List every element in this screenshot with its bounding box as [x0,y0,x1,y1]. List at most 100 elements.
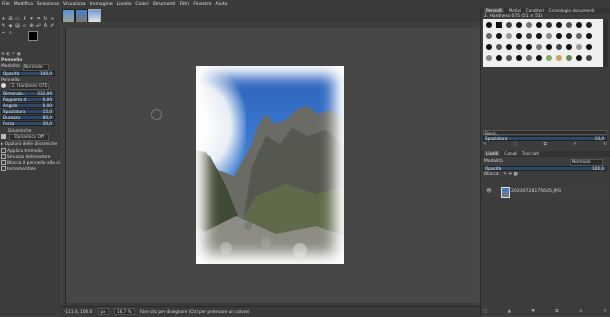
menu-aiuto[interactable]: Aiuto [215,2,227,7]
lock-pixels-icon[interactable]: ✎ [503,172,507,177]
brush-item[interactable] [526,22,532,28]
raise-layer-icon[interactable]: ▲ [508,309,511,314]
dynamics-field[interactable]: Dynamics Off [9,134,49,141]
brush-item[interactable] [516,55,522,61]
paths-tool-icon[interactable]: ⌁ [1,31,6,36]
brushes-grid[interactable] [483,19,603,67]
layer-visibility-eye-icon[interactable]: 👁 [486,186,492,197]
layer-opacity-slider[interactable]: Opacità 100,0 [483,166,607,171]
layer-row[interactable]: 👁 20230728175645.JPG [483,186,607,198]
move-tool-icon[interactable]: ✛ [1,17,6,22]
brush-item[interactable] [486,33,492,39]
smudge-tool-icon[interactable]: ☍ [36,24,41,29]
tab-pennelli[interactable]: Pennelli [484,8,505,13]
brush-item[interactable] [496,55,502,61]
lasso-tool-icon[interactable]: ℓ [22,17,27,22]
mode-select[interactable]: Normale [23,64,49,71]
brush-item[interactable] [516,44,522,50]
brush-item[interactable] [496,22,502,28]
menu-seleziona[interactable]: Seleziona [37,2,59,7]
brush-item[interactable] [576,44,582,50]
brush-item[interactable] [526,33,532,39]
dynamics-options-expander[interactable]: ▸ Opzioni delle dinamiche [1,142,57,147]
incremental-checkbox[interactable]: Incrementale [1,166,36,172]
layer-name[interactable]: 20230728175645.JPG [511,186,561,197]
dynamics-row[interactable]: Dynamics Off [1,134,49,141]
brush-item[interactable] [556,55,562,61]
rotate-tool-icon[interactable]: ↻ [43,17,48,22]
angle-slider[interactable]: Angolo 0,00 [1,103,55,108]
brush-item[interactable] [566,22,572,28]
brush-item[interactable] [576,22,582,28]
brush-name-field[interactable]: 2. Hardness 075 [9,83,50,90]
brush-item[interactable] [566,44,572,50]
anchor-layer-icon[interactable]: ⚓ [579,309,583,314]
brush-item[interactable] [506,22,512,28]
layer-mode-select[interactable]: Normale [570,159,603,166]
lock-position-icon[interactable]: ✛ [508,172,512,177]
brush-item[interactable] [536,33,542,39]
zoom-select[interactable]: 16,7 % [113,308,135,315]
warp-tool-icon[interactable]: ≈ [50,17,55,22]
delete-layer-icon[interactable]: ✕ [603,309,607,314]
brush-item[interactable] [506,44,512,50]
text-tool-icon[interactable]: A [43,24,48,29]
duplicate-layer-icon[interactable]: ⧉ [555,309,558,314]
duplicate-brush-icon[interactable]: ⧉ [544,142,547,147]
brush-spacing-slider[interactable]: Spaziatura 10,0 [483,136,607,141]
tab-tracciati[interactable]: Tracciati [522,151,539,156]
brush-item[interactable] [586,22,592,28]
menu-modifica[interactable]: Modifica [14,2,33,7]
brush-item[interactable] [576,33,582,39]
apply-jitter-checkbox[interactable]: Applica tremolio [1,148,43,154]
brush-item[interactable] [496,44,502,50]
brush-item[interactable] [566,55,572,61]
brush-preview-icon[interactable] [1,83,6,88]
brush-item[interactable] [526,44,532,50]
brush-item[interactable] [536,44,542,50]
ratio-slider[interactable]: Rapporto d... 0,00 [1,97,55,102]
size-slider[interactable]: Dimensio... 232,00 [1,91,55,96]
image-tab-1[interactable] [62,9,75,23]
refresh-brushes-icon[interactable]: ↻ [603,142,607,147]
brush-item[interactable] [516,33,522,39]
brush-item[interactable] [576,55,582,61]
menu-finestre[interactable]: Finestre [193,2,211,7]
brush-item[interactable] [526,55,532,61]
brush-item[interactable] [546,22,552,28]
menu-visualizza[interactable]: Visualizza [63,2,86,7]
brush-item[interactable] [536,22,542,28]
brush-item[interactable] [586,44,592,50]
align-tool-icon[interactable]: ⊞ [8,17,13,22]
lower-layer-icon[interactable]: ▼ [531,309,534,314]
brush-item[interactable] [546,44,552,50]
brush-item[interactable] [556,44,562,50]
brush-item[interactable] [546,33,552,39]
force-slider[interactable]: Forza 50,0 [1,121,55,126]
fuzzy-select-tool-icon[interactable]: ✶ [29,17,34,22]
new-brush-icon[interactable]: ▢ [513,142,517,147]
rect-select-tool-icon[interactable]: ▭ [15,17,20,22]
tool-options-tabs[interactable]: ⚙ ◐ ↶ ▣ [1,52,59,57]
tab-livelli[interactable]: Livelli [484,151,501,156]
new-layer-icon[interactable]: ▢ [483,309,487,314]
paintbrush-tool-icon[interactable]: ✎ [1,24,6,29]
brush-item[interactable] [546,55,552,61]
lock-alpha-icon[interactable]: ▦ [514,172,518,177]
menu-strumenti[interactable]: Strumenti [153,2,176,7]
brush-item[interactable] [486,55,492,61]
brush-item[interactable] [506,55,512,61]
tab-cronologia[interactable]: Cronologia documenti [549,8,595,13]
menu-filtri[interactable]: Filtri [180,2,190,7]
menu-file[interactable]: File [2,2,10,7]
hardness-slider[interactable]: Durezza 80,0 [1,115,55,120]
brush-row[interactable]: 2. Hardness 075 [1,83,50,90]
brush-item[interactable] [516,22,522,28]
delete-brush-icon[interactable]: ✕ [573,142,577,147]
smooth-stroke-checkbox[interactable]: Smussa delineatore [1,154,50,160]
gradient-tool-icon[interactable]: ▤ [15,24,20,29]
spacing-slider[interactable]: Spaziatura 15,0 [1,109,55,114]
brush-item[interactable] [556,22,562,28]
clone-tool-icon[interactable]: ⊕ [29,24,34,29]
foreground-color-swatch[interactable] [28,31,38,41]
